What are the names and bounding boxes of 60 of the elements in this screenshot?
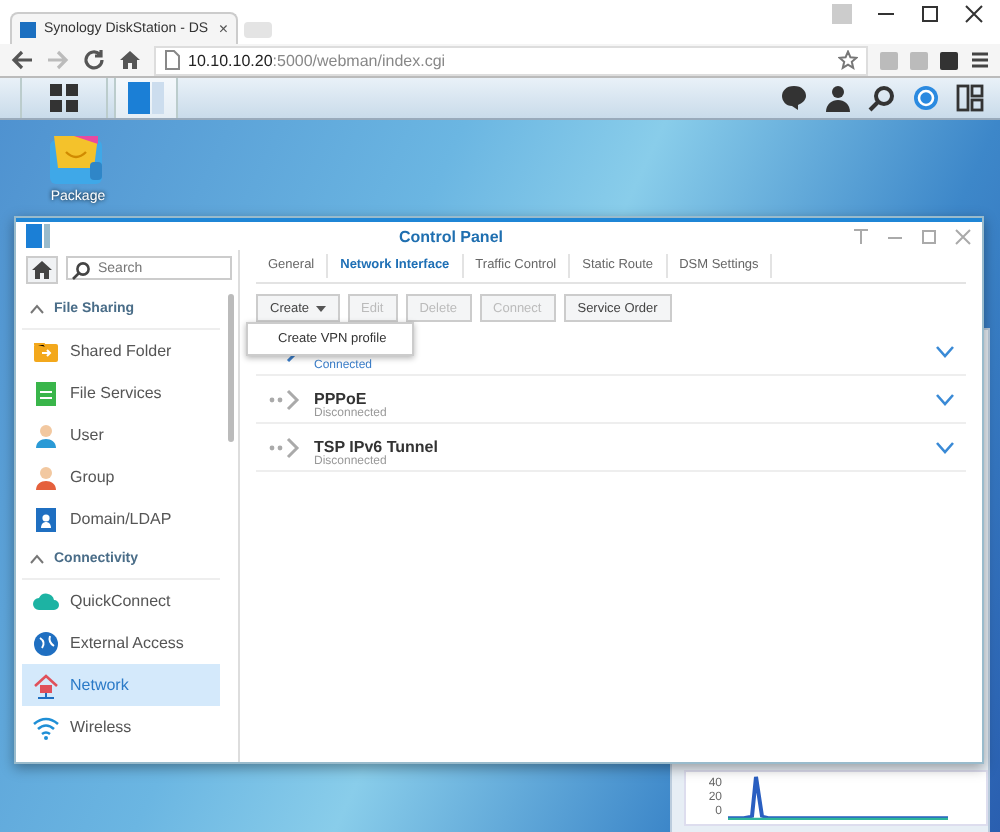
page-icon xyxy=(164,50,180,70)
widgets-icon[interactable] xyxy=(956,84,984,112)
caret-icon[interactable] xyxy=(30,554,44,564)
home-button[interactable] xyxy=(26,256,58,284)
control-panel-icon xyxy=(128,82,164,114)
sidebar-item[interactable]: File Services xyxy=(22,372,220,414)
item-label: QuickConnect xyxy=(70,592,171,610)
item-label: Domain/LDAP xyxy=(70,510,172,528)
sidebar-item[interactable]: External Access xyxy=(22,622,220,664)
reload-icon[interactable] xyxy=(82,48,106,72)
item-label: Network xyxy=(70,676,129,694)
wifi-icon xyxy=(32,713,60,741)
url-text: 10.10.10.20:5000/webman/index.cgi xyxy=(188,51,448,69)
folder-icon xyxy=(32,337,60,365)
sidebar-item[interactable]: User xyxy=(22,414,220,456)
maximize-icon[interactable] xyxy=(920,4,940,24)
sidebar-item[interactable]: Wireless xyxy=(22,706,220,748)
menu-icon[interactable] xyxy=(970,50,990,70)
interface-name: TSP IPv6 Tunnel xyxy=(314,437,440,455)
sidebar-item[interactable]: Domain/LDAP xyxy=(22,498,220,540)
home-icon[interactable] xyxy=(118,48,142,72)
file-services-icon xyxy=(32,379,60,407)
main-menu-button[interactable] xyxy=(20,78,108,118)
house-icon xyxy=(32,671,60,699)
expand-icon[interactable] xyxy=(936,345,954,357)
sidebar-item[interactable]: Shared Folder xyxy=(22,330,220,372)
caret-icon[interactable] xyxy=(30,304,44,314)
expand-icon[interactable] xyxy=(936,441,954,453)
chat-icon[interactable] xyxy=(780,84,808,112)
item-label: User xyxy=(70,426,104,444)
pin-icon[interactable] xyxy=(852,227,870,245)
search-icon[interactable] xyxy=(868,84,896,112)
item-label: External Access xyxy=(70,634,184,652)
close-icon[interactable] xyxy=(964,4,984,24)
home-icon xyxy=(32,260,52,280)
favicon-icon xyxy=(20,21,36,37)
globe-icon xyxy=(32,629,60,657)
package-icon[interactable] xyxy=(48,132,108,188)
group-icon xyxy=(32,463,60,491)
sidebar-item[interactable]: QuickConnect xyxy=(22,580,220,622)
user-icon[interactable] xyxy=(824,84,852,112)
item-label: Shared Folder xyxy=(70,342,172,360)
control-panel-taskbar-button[interactable] xyxy=(114,78,178,118)
item-label: Group xyxy=(70,468,115,486)
sidebar-item[interactable]: Group xyxy=(22,456,220,498)
interface-name: PPPoE xyxy=(314,389,367,407)
item-label: File Services xyxy=(70,384,162,402)
scrollbar[interactable] xyxy=(228,294,234,442)
address-bar[interactable]: 10.10.10.20:5000/webman/index.cgi xyxy=(154,45,868,75)
dashboard-icon[interactable] xyxy=(912,84,940,112)
expand-icon[interactable] xyxy=(936,393,954,405)
apps-icon xyxy=(50,84,78,112)
user-icon xyxy=(32,421,60,449)
star-icon[interactable] xyxy=(838,50,858,70)
window-title: Control Panel xyxy=(396,227,505,245)
close-tab-button[interactable]: × xyxy=(218,20,228,38)
sidebar-item[interactable]: Network xyxy=(22,664,220,706)
back-icon[interactable] xyxy=(10,48,34,72)
contact-card-icon xyxy=(32,505,60,533)
item-label: Wireless xyxy=(70,718,132,736)
